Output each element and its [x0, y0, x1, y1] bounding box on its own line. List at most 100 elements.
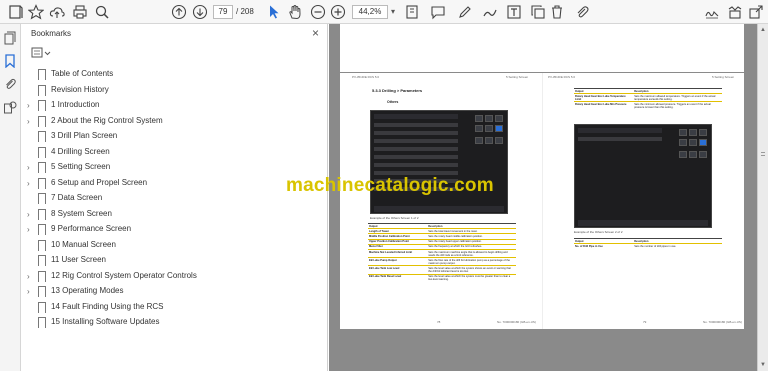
- bookmark-label: 7 Data Screen: [51, 193, 103, 202]
- bookmark-item[interactable]: Table of Contents: [21, 68, 321, 84]
- bookmark-label: 3 Drill Plan Screen: [51, 131, 118, 140]
- bookmark-item[interactable]: › 13 Operating Modes: [21, 285, 321, 301]
- home-icon[interactable]: [8, 4, 24, 20]
- subsection-title: Others: [387, 100, 399, 104]
- bookmark-item[interactable]: Revision History: [21, 84, 321, 100]
- others-screen-image-2: [574, 124, 712, 228]
- vertical-scrollbar[interactable]: ▲ ▼: [757, 24, 768, 371]
- table-cell: Sets the minimum allowed pressure. Trigg…: [633, 101, 722, 110]
- bookmark-label: 2 About the Rig Control System: [51, 115, 163, 125]
- table-cell: Sets the flow rate of the drill bit lubr…: [427, 257, 516, 266]
- expand-chevron-icon[interactable]: ›: [27, 210, 30, 219]
- bookmark-label: 5 Setting Screen: [51, 162, 111, 171]
- zoom-dropdown-chevron[interactable]: ▾: [391, 5, 395, 19]
- share-icon[interactable]: [748, 4, 764, 20]
- bookmark-ribbon-icon: [38, 270, 46, 286]
- page-total: / 208: [236, 7, 254, 16]
- left-page-header-section: 5 Setting Screen: [506, 75, 529, 79]
- bookmark-icon[interactable]: [3, 54, 17, 69]
- table-cell: Machine Not Leveled Inferred Limit: [368, 248, 428, 258]
- bookmark-item[interactable]: 3 Drill Plan Screen: [21, 130, 321, 146]
- print-icon[interactable]: [72, 4, 88, 20]
- search-icon[interactable]: [94, 4, 110, 20]
- bookmarks-panel: Bookmarks × Table of Contents Revision Hi…: [21, 24, 328, 371]
- left-caption: Example of the Others Screen 1 of 2: [370, 216, 419, 220]
- bookmark-ribbon-icon: [38, 146, 46, 162]
- table-cell: Sets the level value at which the system…: [427, 265, 516, 274]
- bookmark-item[interactable]: 11 User Screen: [21, 254, 321, 270]
- select-cursor-icon[interactable]: [266, 4, 282, 20]
- bookmark-ribbon-icon: [38, 193, 46, 208]
- bookmark-item[interactable]: › 8 System Screen: [21, 208, 321, 224]
- text-tool-icon[interactable]: [506, 4, 522, 20]
- table-cell: EB Lube Tank Reset Level: [368, 273, 428, 282]
- draw-tool-icon[interactable]: [482, 4, 498, 20]
- bookmark-item[interactable]: 15 Installing Software Updates: [21, 316, 321, 332]
- next-page-icon[interactable]: [192, 4, 208, 20]
- bookmark-ribbon-icon: [38, 69, 46, 84]
- table-cell: Rotary Head Gear Box Lube Min Pressure: [574, 101, 634, 110]
- bookmark-item[interactable]: 7 Data Screen: [21, 192, 321, 208]
- attach-icon[interactable]: [574, 4, 590, 20]
- right-page-docno: No. 7000000180 (GB-en-US): [703, 320, 742, 324]
- watermark-text: machinecatalogic.com: [286, 175, 494, 196]
- bookmark-item[interactable]: › 5 Setting Screen: [21, 161, 321, 177]
- bookmark-ribbon-icon: [38, 131, 46, 146]
- delete-icon[interactable]: [549, 4, 565, 20]
- bookmark-item[interactable]: 10 Manual Screen: [21, 239, 321, 255]
- scroll-down-icon[interactable]: ▼: [760, 362, 766, 368]
- table-cell: EB Lube Tank Low Level: [368, 265, 428, 274]
- bookmark-label: 15 Installing Software Updates: [51, 317, 160, 326]
- right-spec-table-2: Output Description No. of Drill Pipe in Us…: [574, 237, 722, 249]
- page-number-input[interactable]: 79: [213, 5, 233, 19]
- bookmark-label: 9 Performance Screen: [51, 224, 132, 233]
- scroll-up-icon[interactable]: ▲: [760, 27, 766, 33]
- bookmark-item[interactable]: 14 Fault Finding Using the RCS: [21, 301, 321, 317]
- fit-page-icon[interactable]: [404, 4, 420, 20]
- previous-page-icon[interactable]: [171, 4, 187, 20]
- copy-icon[interactable]: [530, 4, 546, 20]
- bookmark-options-button[interactable]: [31, 46, 53, 60]
- bookmark-item[interactable]: 4 Drilling Screen: [21, 146, 321, 162]
- hand-tool-icon[interactable]: [287, 4, 303, 20]
- table-cell: Sets the maximum allowed temperature. Tr…: [633, 93, 722, 102]
- close-panel-button[interactable]: ×: [312, 26, 319, 40]
- sign-icon[interactable]: [704, 4, 720, 20]
- bookmark-ribbon-icon: [38, 301, 46, 317]
- bookmark-ribbon-icon: [38, 84, 46, 100]
- expand-chevron-icon[interactable]: ›: [27, 163, 30, 172]
- bookmark-ribbon-icon: [38, 162, 46, 177]
- highlight-pen-icon[interactable]: [457, 4, 473, 20]
- bookmark-item[interactable]: › 2 About the Rig Control System: [21, 115, 321, 131]
- attachments-icon[interactable]: [3, 77, 17, 91]
- bookmark-label: Table of Contents: [51, 69, 114, 78]
- scroll-mark: [761, 152, 765, 153]
- bookmark-ribbon-icon: [38, 208, 46, 224]
- expand-chevron-icon[interactable]: ›: [27, 117, 30, 126]
- previous-page-bottom: [340, 24, 744, 72]
- left-page-docno: No. 7000000180 (GB-en-US): [497, 320, 536, 324]
- zoom-level-input[interactable]: 44,2%: [352, 5, 388, 19]
- comment-icon[interactable]: [430, 4, 446, 20]
- expand-chevron-icon[interactable]: ›: [27, 225, 30, 234]
- cloud-upload-icon[interactable]: [49, 4, 65, 20]
- bookmark-item[interactable]: › 1 Introduction: [21, 99, 321, 115]
- expand-chevron-icon[interactable]: ›: [27, 101, 30, 110]
- expand-chevron-icon[interactable]: ›: [27, 272, 30, 281]
- zoom-out-icon[interactable]: [310, 4, 326, 20]
- zoom-in-icon[interactable]: [330, 4, 346, 20]
- page-thumbnails-icon[interactable]: [3, 31, 17, 45]
- right-page-header-section: 5 Setting Screen: [712, 75, 735, 79]
- bookmark-item[interactable]: › 9 Performance Screen: [21, 223, 321, 239]
- star-icon[interactable]: [27, 4, 45, 20]
- table-row: EB Lube Tank Reset Level Sets the level v…: [368, 273, 516, 282]
- bookmark-item[interactable]: › 6 Setup and Propel Screen: [21, 177, 321, 193]
- expand-chevron-icon[interactable]: ›: [27, 179, 30, 188]
- table-cell: No. of Drill Pipe in Use: [574, 243, 634, 249]
- bookmark-label: Revision History: [51, 84, 109, 94]
- tags-icon[interactable]: [3, 100, 17, 114]
- accessibility-icon[interactable]: [727, 4, 743, 20]
- expand-chevron-icon[interactable]: ›: [27, 287, 30, 296]
- bookmark-item[interactable]: › 12 Rig Control System Operator Controls: [21, 270, 321, 286]
- bookmark-label: 14 Fault Finding Using the RCS: [51, 301, 164, 311]
